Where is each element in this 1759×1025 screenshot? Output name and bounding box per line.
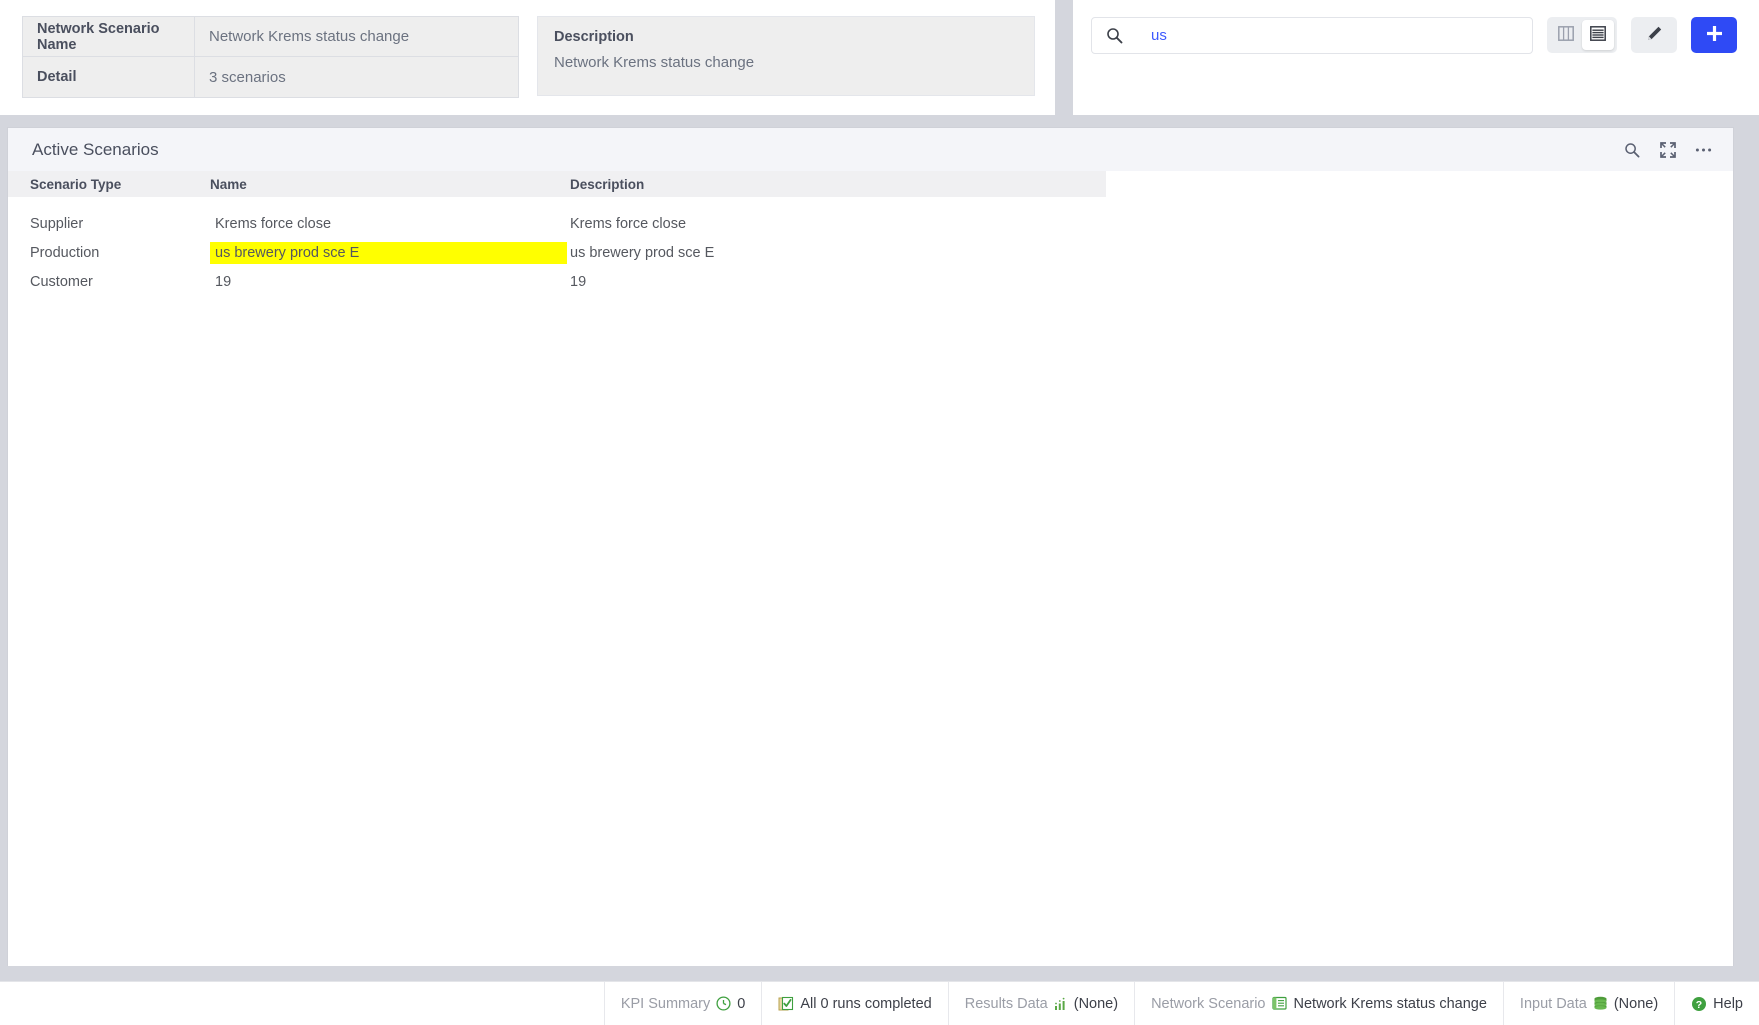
info-circle-icon — [716, 996, 731, 1011]
cell-name: us brewery prod sce E — [210, 241, 570, 264]
status-item-results-data[interactable]: Results Data (None) — [947, 982, 1134, 1025]
info-value-network-scenario-name: Network Krems status change — [209, 28, 410, 45]
view-mode-toggle[interactable] — [1547, 17, 1617, 53]
status-value-network-scenario: Network Krems status change — [1293, 995, 1487, 1012]
card-header: Active Scenarios — [8, 128, 1733, 171]
status-value-results-data: (None) — [1073, 995, 1119, 1012]
cell-name-text: Krems force close — [215, 215, 332, 232]
top-zone: Network Scenario Name Network Krems stat… — [0, 0, 1759, 118]
cell-scenario-type: Supplier — [30, 215, 84, 232]
status-value-input-data: (None) — [1613, 995, 1659, 1012]
edit-button[interactable] — [1631, 17, 1677, 53]
database-icon — [1593, 996, 1608, 1011]
status-item-help[interactable]: ? Help — [1674, 982, 1759, 1025]
panel-gap — [1055, 0, 1073, 115]
list-view-icon — [1590, 26, 1606, 44]
status-item-input-data[interactable]: Input Data (None) — [1502, 982, 1674, 1025]
pencil-icon — [1646, 25, 1663, 45]
cell-description: Krems force close — [570, 215, 687, 232]
cell-description: 19 — [570, 273, 587, 290]
search-toolbar-panel — [1073, 0, 1759, 115]
active-scenarios-card: Active Scenarios Scenario Type Name Desc… — [8, 128, 1733, 966]
description-title: Description — [554, 29, 634, 45]
search-icon[interactable] — [1622, 140, 1641, 159]
search-icon — [1106, 27, 1123, 44]
description-panel: Description Network Krems status change — [537, 16, 1035, 96]
page-background-strip — [0, 966, 1759, 981]
checklist-icon — [778, 996, 794, 1012]
search-box[interactable] — [1091, 17, 1533, 54]
status-label-input-data: Input Data — [1519, 995, 1587, 1012]
scenario-info-panel: Network Scenario Name Network Krems stat… — [0, 0, 1055, 115]
info-value-detail: 3 scenarios — [209, 68, 286, 86]
description-text: Network Krems status change — [554, 54, 755, 71]
cell-scenario-type: Customer — [30, 273, 93, 290]
column-header-scenario-type: Scenario Type — [30, 176, 122, 192]
plus-icon — [1705, 24, 1724, 46]
search-input[interactable] — [1151, 27, 1518, 44]
cell-name-text-highlighted: us brewery prod sce E — [210, 241, 567, 264]
status-item-network-scenario[interactable]: Network Scenario Network Krems status ch… — [1134, 982, 1503, 1025]
svg-text:?: ? — [1696, 998, 1702, 1010]
scenario-info-table: Network Scenario Name Network Krems stat… — [22, 16, 519, 98]
table-header-row: Scenario Type Name Description — [8, 171, 1106, 197]
card-header-actions — [1622, 140, 1713, 159]
chart-dots-icon — [1054, 997, 1068, 1011]
status-item-kpi-summary[interactable]: KPI Summary 0 — [603, 982, 762, 1025]
cell-description: us brewery prod sce E — [570, 244, 715, 261]
page-title: Active Scenarios — [32, 139, 159, 159]
help-icon: ? — [1691, 996, 1707, 1012]
info-label-network-scenario-name: Network Scenario Name — [23, 17, 195, 56]
status-label-kpi-summary: KPI Summary — [620, 995, 711, 1012]
cell-name-text: 19 — [215, 273, 232, 290]
status-label-network-scenario: Network Scenario — [1151, 995, 1266, 1012]
table-row[interactable]: Customer 19 19 — [8, 267, 1733, 296]
status-value-runs: All 0 runs completed — [800, 995, 932, 1012]
columns-view-button[interactable] — [1550, 20, 1582, 50]
column-header-name: Name — [210, 176, 247, 192]
cell-name: 19 — [210, 271, 570, 293]
table-row[interactable]: Production us brewery prod sce E us brew… — [8, 238, 1733, 267]
status-item-runs[interactable]: All 0 runs completed — [761, 982, 947, 1025]
table-row[interactable]: Supplier Krems force close Krems force c… — [8, 209, 1733, 238]
add-button[interactable] — [1691, 17, 1737, 53]
status-value-kpi-summary: 0 — [737, 995, 746, 1012]
info-row-detail: Detail 3 scenarios — [23, 57, 518, 97]
info-label-detail: Detail — [23, 57, 195, 97]
status-label-results-data: Results Data — [964, 995, 1048, 1012]
expand-icon[interactable] — [1658, 140, 1677, 159]
more-options-icon[interactable] — [1694, 140, 1713, 159]
info-row-network-scenario-name: Network Scenario Name Network Krems stat… — [23, 17, 518, 57]
scenario-icon — [1271, 996, 1288, 1011]
status-bar: KPI Summary 0 All 0 runs completed Resul… — [0, 981, 1759, 1025]
list-view-button[interactable] — [1582, 20, 1614, 50]
cell-name: Krems force close — [210, 213, 570, 235]
column-header-description: Description — [570, 176, 645, 192]
columns-view-icon — [1558, 26, 1574, 44]
status-value-help: Help — [1713, 995, 1743, 1012]
scenarios-table: Scenario Type Name Description Supplier … — [8, 171, 1733, 296]
cell-scenario-type: Production — [30, 244, 100, 261]
